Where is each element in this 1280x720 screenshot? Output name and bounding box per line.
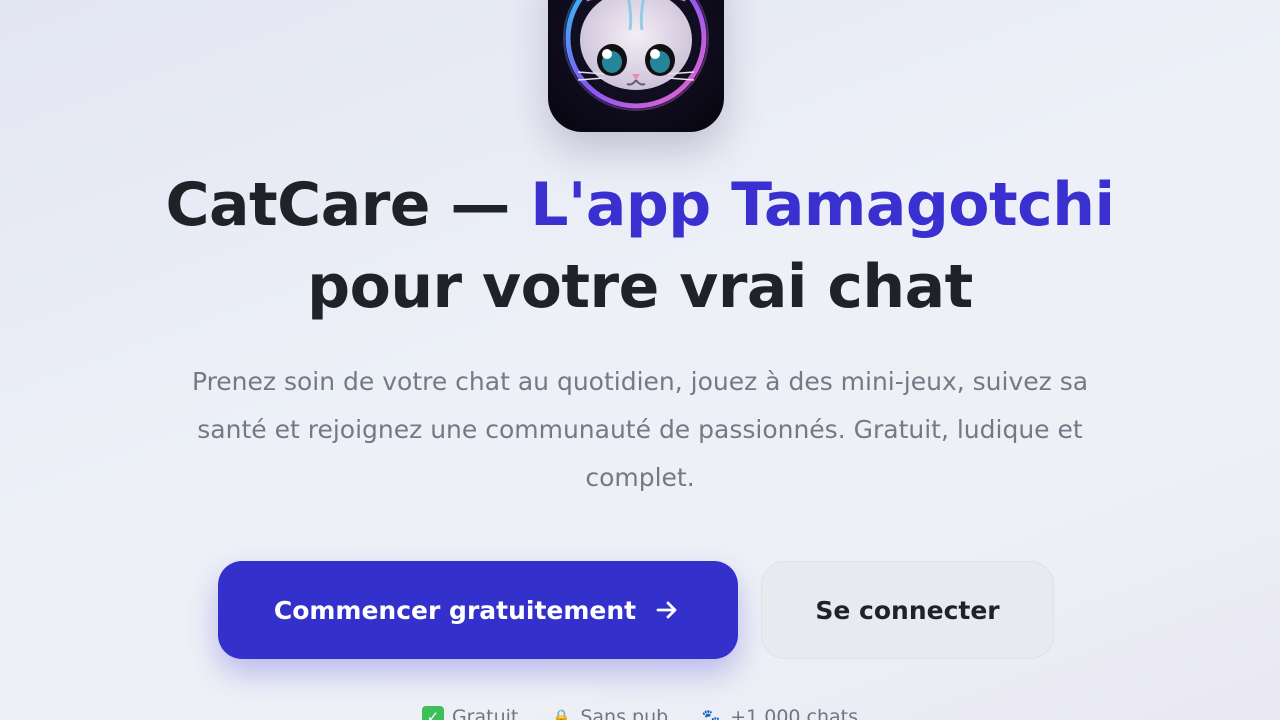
start-free-button[interactable]: Commencer gratuitement	[218, 561, 738, 659]
login-button[interactable]: Se connecter	[761, 561, 1054, 659]
perk-free: ✓ Gratuit	[421, 702, 519, 720]
perk-no-ads: 🔒 Sans pub	[550, 702, 668, 720]
title-accent: L'app Tamagotchi	[530, 170, 1115, 240]
hero-description: Prenez soin de votre chat au quotidien, …	[191, 367, 1089, 492]
check-icon: ✓	[421, 706, 444, 720]
title-brand: CatCare —	[165, 170, 531, 240]
paw-icon: 🐾	[701, 708, 721, 720]
perk-label: Gratuit	[451, 706, 519, 720]
perk-community: 🐾 +1 000 chats	[700, 702, 858, 720]
perks-list: ✓ Gratuit 🔒 Sans pub 🐾 +1 000 chats	[0, 702, 1280, 720]
arrow-right-icon	[652, 595, 682, 625]
perk-label: Sans pub	[580, 706, 669, 720]
page-title: CatCare — L'app Tamagotchi pour votre vr…	[0, 164, 1280, 328]
login-label: Se connecter	[815, 595, 1000, 625]
start-free-label: Commencer gratuitement	[273, 595, 637, 625]
cat-logo-icon	[548, 0, 724, 132]
perk-label: +1 000 chats	[730, 706, 859, 720]
hero-section: CatCare — L'app Tamagotchi pour votre vr…	[0, 0, 1280, 720]
title-tagline: pour votre vrai chat	[307, 252, 973, 322]
lock-icon: 🔒	[552, 708, 571, 720]
